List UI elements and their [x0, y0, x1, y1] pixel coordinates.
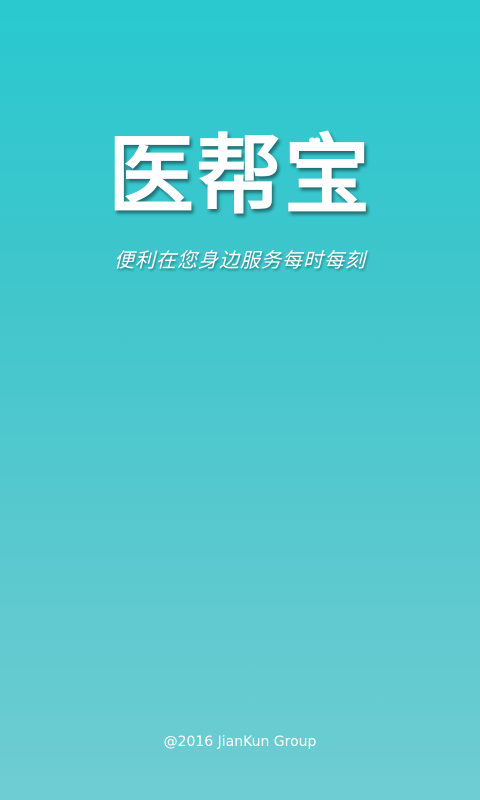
app-logo-title: 医帮宝	[108, 126, 372, 226]
app-slogan: 便利在您身边服务每时每刻	[114, 248, 366, 272]
copyright-text: @2016 JianKun Group	[163, 734, 317, 750]
heart-icon	[309, 137, 321, 148]
splash-screen: 医帮宝 便利在您身边服务每时每刻 @2016 JianKun Group	[0, 0, 480, 800]
